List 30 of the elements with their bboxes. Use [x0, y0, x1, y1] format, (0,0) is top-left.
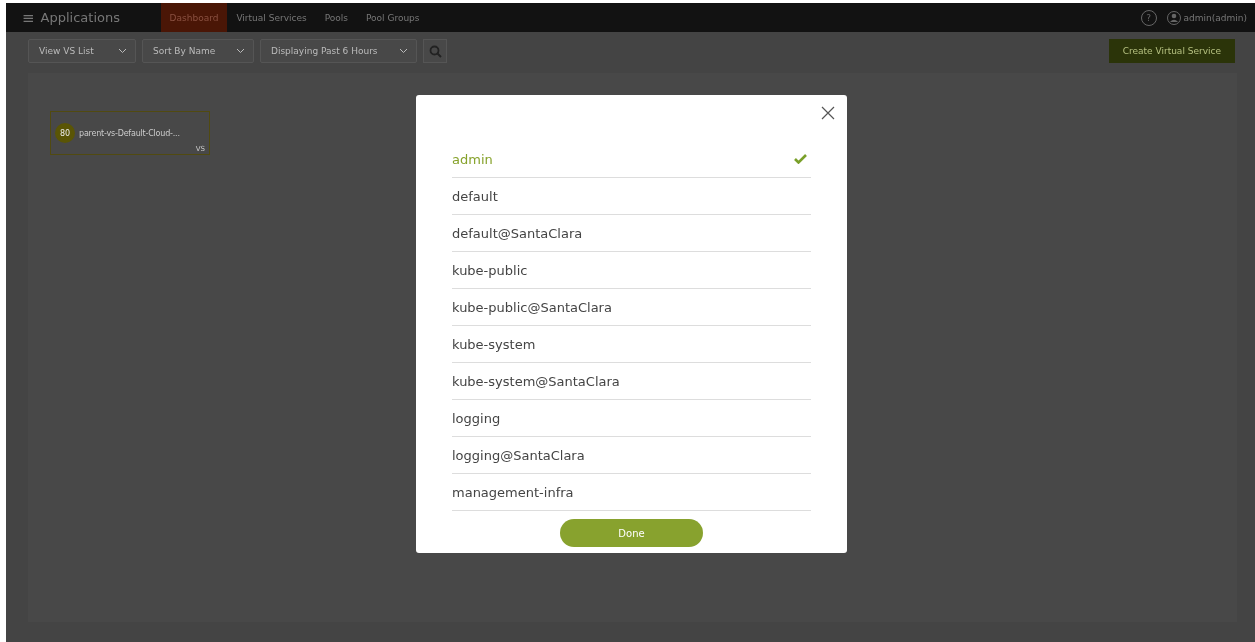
app-title: Applications — [40, 10, 121, 25]
tenant-item[interactable]: kube-public@SantaClara — [452, 289, 811, 326]
tenant-item[interactable]: management-infra — [452, 474, 811, 511]
chevron-icon — [236, 48, 245, 54]
close-icon[interactable] — [821, 106, 835, 120]
menu-icon[interactable]: ≡ — [22, 8, 35, 27]
tenant-item[interactable]: admin — [452, 141, 811, 178]
dropdown[interactable]: Sort By Name — [142, 39, 254, 63]
tenant-item[interactable]: kube-system@SantaClara — [452, 363, 811, 400]
chevron-icon — [118, 48, 127, 54]
health-score: 80 — [55, 123, 75, 143]
tenant-item[interactable]: logging@SantaClara — [452, 437, 811, 474]
tenant-item[interactable]: default@SantaClara — [452, 215, 811, 252]
chevron-icon — [399, 48, 408, 54]
done-button[interactable]: Done — [560, 519, 703, 547]
tenant-item[interactable]: default — [452, 178, 811, 215]
check-icon — [794, 154, 807, 164]
nav-tab[interactable]: Pool Groups — [356, 3, 429, 32]
dropdown[interactable]: View VS List — [28, 39, 136, 63]
tenant-item[interactable]: logging — [452, 400, 811, 437]
dropdown[interactable]: Displaying Past 6 Hours — [260, 39, 417, 63]
create-button[interactable]: Create Virtual Service — [1108, 39, 1235, 63]
nav-tab[interactable]: Pools — [315, 3, 357, 32]
user-icon — [1166, 10, 1181, 25]
user-menu[interactable]: admin(admin) — [1166, 10, 1247, 25]
search-icon — [428, 44, 442, 58]
vs-name: parent-vs-Default-Cloud-... — [79, 128, 180, 138]
tenant-item[interactable]: kube-system — [452, 326, 811, 363]
nav-tab[interactable]: Virtual Services — [227, 3, 316, 32]
tenant-item[interactable]: kube-public — [452, 252, 811, 289]
